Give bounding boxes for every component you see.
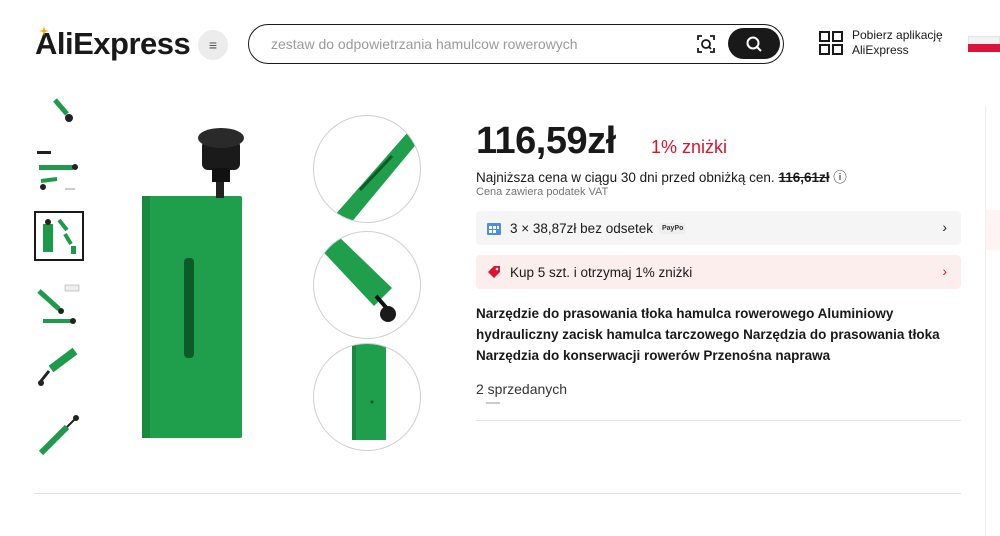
- country-flag-icon[interactable]: [968, 36, 1000, 52]
- thumbnail-4[interactable]: [34, 280, 84, 330]
- side-panel-highlight: [986, 210, 1000, 250]
- bulk-offer-text: Kup 5 szt. i otrzymaj 1% zniżki: [510, 264, 693, 280]
- thumbnail-1[interactable]: [34, 93, 84, 129]
- search-icon: [746, 36, 762, 52]
- detail-image-3[interactable]: [313, 343, 421, 451]
- download-app-line2: AliExpress: [852, 43, 909, 57]
- qr-code-icon[interactable]: [818, 30, 844, 56]
- product-thumbnail-icon: [43, 218, 76, 254]
- product-price: 116,59zł: [476, 120, 616, 162]
- divider: [476, 420, 961, 421]
- calendar-icon: [487, 223, 501, 235]
- download-app-link[interactable]: Pobierz aplikację AliExpress: [852, 28, 943, 58]
- thumbnail-5[interactable]: [34, 340, 84, 390]
- sold-count: 2 sprzedanych: [476, 381, 568, 397]
- download-app-line1: Pobierz aplikację: [852, 28, 943, 42]
- section-divider: [34, 493, 961, 494]
- search-button[interactable]: [728, 28, 780, 59]
- product-thumbnail-icon: [37, 151, 78, 190]
- lowest-price-text: Najniższa cena w ciągu 30 dni przed obni…: [476, 170, 775, 185]
- lowest-price-info: Najniższa cena w ciągu 30 dni przed obni…: [476, 166, 847, 186]
- tag-icon: [488, 266, 500, 278]
- side-panel: [985, 106, 1000, 536]
- vat-note: Cena zawiera podatek VAT: [476, 186, 609, 198]
- product-thumbnail-icon: [38, 347, 78, 386]
- main-product-image[interactable]: [120, 118, 290, 448]
- detail-image-graphic: [352, 344, 386, 440]
- thumbnail-6[interactable]: [34, 410, 84, 460]
- aliexpress-logo[interactable]: AliExpress: [35, 26, 191, 62]
- installments-row[interactable]: 3 × 38,87zł bez odsetek PayPo ›: [476, 211, 961, 245]
- detail-image-graphic: [314, 232, 396, 322]
- chevron-right-icon: ›: [942, 263, 947, 279]
- discount-label: 1% zniżki: [651, 137, 728, 157]
- detail-image-graphic: [334, 132, 418, 222]
- info-icon[interactable]: ⓘ: [833, 170, 847, 185]
- thumbnail-2[interactable]: [34, 146, 84, 196]
- lowest-price-value: 116,61zł: [778, 170, 830, 185]
- product-title: Narzędzie do prasowania tłoka hamulca ro…: [476, 306, 940, 363]
- search-bar: [248, 24, 784, 64]
- header: AliExpress ≡ Pobierz aplikację AliExpres…: [0, 0, 1000, 88]
- logo-star-icon: [39, 26, 49, 36]
- menu-icon[interactable]: ≡: [198, 30, 228, 60]
- thumbnail-3-selected[interactable]: [34, 211, 84, 261]
- sold-underline: [486, 402, 500, 404]
- installments-text: 3 × 38,87zł bez odsetek: [510, 220, 653, 236]
- product-thumbnail-icon: [53, 98, 73, 122]
- product-thumbnail-icon: [37, 284, 80, 324]
- detail-image-1[interactable]: [313, 115, 421, 223]
- chevron-right-icon: ›: [942, 219, 947, 235]
- bulk-discount-row[interactable]: Kup 5 szt. i otrzymaj 1% zniżki ›: [476, 255, 961, 289]
- detail-image-2[interactable]: [313, 231, 421, 339]
- product-thumbnail-icon: [38, 415, 79, 456]
- search-input[interactable]: [271, 33, 691, 55]
- image-search-icon[interactable]: [695, 33, 717, 55]
- paypo-logo: PayPo: [658, 222, 687, 234]
